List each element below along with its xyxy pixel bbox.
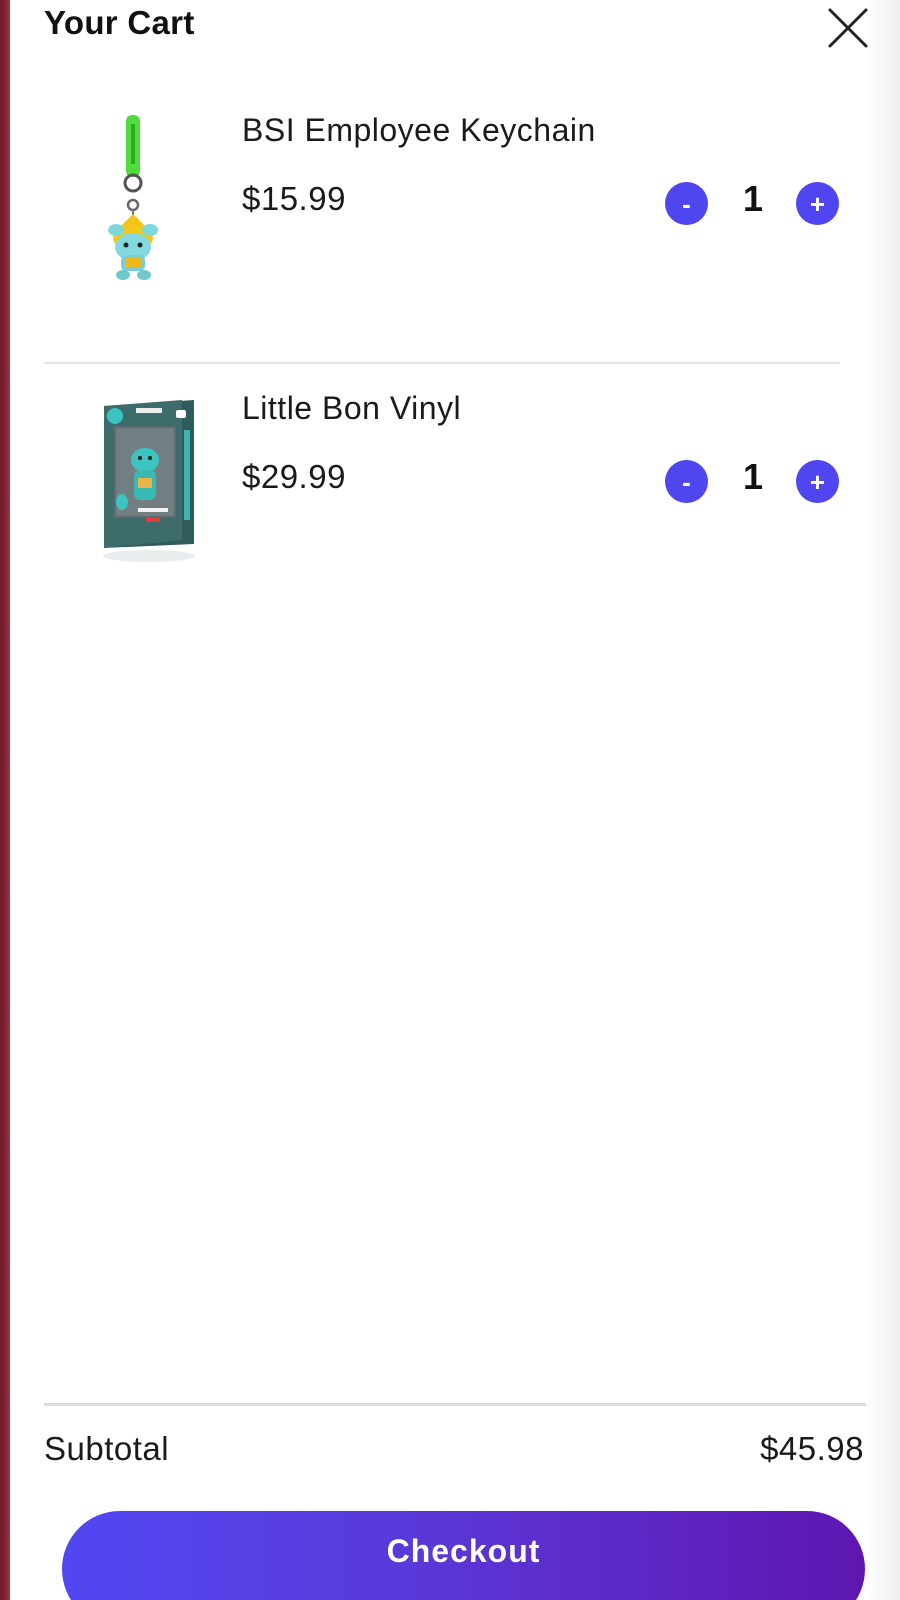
decrease-quantity-button[interactable]: - <box>665 182 708 225</box>
cart-item: BSI Employee Keychain $15.99 - 1 + <box>44 112 840 332</box>
cart-item: Little Bon Vinyl $29.99 - 1 + <box>44 390 840 610</box>
keychain-thumbnail <box>64 112 204 292</box>
close-button[interactable] <box>826 6 870 50</box>
footer-divider <box>44 1403 866 1406</box>
cart-title: Your Cart <box>44 4 195 41</box>
close-icon <box>828 8 868 48</box>
decrease-quantity-button[interactable]: - <box>665 460 708 503</box>
quantity-value: 1 <box>742 178 764 219</box>
item-divider <box>44 362 840 364</box>
drawer-shadow <box>866 0 900 1600</box>
background-page-edge <box>0 0 10 1600</box>
vinyl-box-thumbnail <box>64 390 204 570</box>
item-price: $15.99 <box>242 180 346 217</box>
item-price: $29.99 <box>242 458 346 495</box>
subtotal-label: Subtotal <box>44 1430 170 1467</box>
cart-drawer: Your Cart BSI Employee Keychain $15.99 -… <box>0 0 900 1600</box>
item-name: BSI Employee Keychain <box>242 112 596 148</box>
increase-quantity-button[interactable]: + <box>796 460 839 503</box>
item-name: Little Bon Vinyl <box>242 390 462 426</box>
increase-quantity-button[interactable]: + <box>796 182 839 225</box>
quantity-value: 1 <box>742 456 764 497</box>
checkout-button[interactable]: Checkout <box>62 1511 865 1600</box>
subtotal-value: $45.98 <box>760 1430 864 1467</box>
